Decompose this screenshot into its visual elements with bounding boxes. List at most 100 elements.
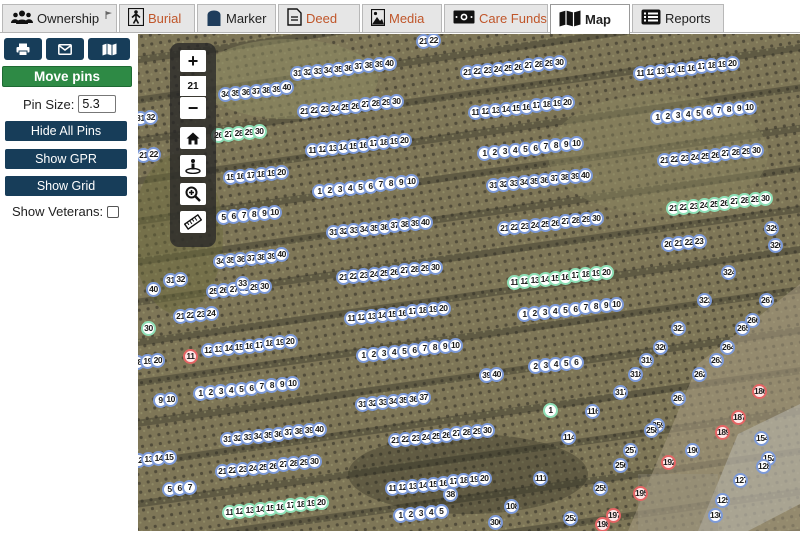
burial-pin[interactable]: 192	[661, 455, 676, 470]
move-pins-button[interactable]: Move pins	[2, 66, 132, 87]
burial-pin[interactable]: 323	[697, 293, 712, 308]
burial-pin[interactable]: 10	[163, 391, 179, 407]
burial-pin[interactable]: 329	[764, 221, 779, 236]
burial-pin[interactable]: 38	[443, 487, 458, 502]
show-veterans-checkbox[interactable]	[107, 205, 120, 218]
burial-pin[interactable]: 198	[595, 517, 610, 531]
burial-pin[interactable]: 187	[731, 410, 746, 425]
burial-pin[interactable]: 5	[433, 503, 449, 519]
burial-pin[interactable]: 252	[563, 511, 578, 526]
burial-pin[interactable]: 263	[709, 353, 724, 368]
burial-pin[interactable]: 257	[623, 443, 638, 458]
burial-pin[interactable]: 40	[417, 215, 433, 231]
burial-pin[interactable]: 22	[146, 146, 162, 162]
tab-marker[interactable]: Marker	[197, 4, 276, 32]
email-button[interactable]	[46, 38, 84, 60]
burial-pin[interactable]: 30	[141, 321, 156, 336]
burial-pin[interactable]: 264	[720, 340, 735, 355]
burial-pin[interactable]: 40	[311, 422, 327, 438]
home-button[interactable]	[180, 127, 206, 149]
burial-pin[interactable]: 195	[633, 486, 648, 501]
burial-pin[interactable]: 40	[146, 282, 161, 297]
zoom-to-area-button[interactable]	[180, 183, 206, 205]
burial-pin[interactable]: 111	[533, 471, 548, 486]
burial-pin[interactable]: 324	[721, 265, 736, 280]
burial-pin[interactable]: 116	[585, 404, 600, 419]
burial-pin[interactable]: 320	[653, 340, 668, 355]
burial-pin[interactable]: 127	[733, 473, 748, 488]
burial-pin[interactable]: 20	[435, 301, 451, 317]
burial-pin[interactable]: 256	[613, 458, 628, 473]
burial-pin[interactable]: 30	[251, 123, 267, 139]
measure-button[interactable]	[180, 211, 206, 233]
burial-pin[interactable]: 40	[274, 247, 290, 263]
burial-pin[interactable]: 40	[381, 56, 397, 72]
locate-me-button[interactable]	[180, 155, 206, 177]
burial-pin[interactable]: 258	[644, 423, 659, 438]
burial-pin[interactable]: 326	[768, 238, 783, 253]
zoom-in-button[interactable]: +	[180, 50, 206, 72]
burial-pin[interactable]: 261	[671, 391, 686, 406]
burial-pin[interactable]: 265	[735, 321, 750, 336]
tab-media[interactable]: Media	[362, 4, 442, 32]
burial-pin[interactable]: 10	[284, 376, 300, 392]
burial-pin[interactable]: 125	[715, 493, 730, 508]
burial-pin[interactable]: 15	[161, 449, 177, 465]
burial-pin[interactable]: 10	[403, 174, 419, 190]
burial-pin[interactable]: 20	[274, 164, 289, 180]
burial-pin[interactable]: 32	[143, 109, 159, 125]
burial-pin[interactable]: 321	[671, 321, 686, 336]
burial-pin[interactable]: 30	[257, 278, 272, 294]
burial-pin[interactable]: 10	[608, 297, 624, 313]
burial-pin[interactable]: 20	[150, 352, 166, 368]
burial-pin[interactable]: 24	[203, 305, 219, 321]
burial-pin[interactable]: 20	[313, 495, 329, 511]
burial-pin[interactable]: 10	[447, 338, 463, 354]
burial-pin[interactable]: 130	[708, 508, 723, 523]
burial-pin[interactable]: 22	[426, 34, 442, 48]
burial-pin[interactable]: 7	[182, 479, 198, 495]
burial-pin[interactable]: 10	[568, 136, 584, 152]
tab-map[interactable]: Map	[550, 4, 630, 34]
burial-pin[interactable]: 20	[282, 334, 298, 350]
burial-pin[interactable]: 30	[757, 191, 773, 207]
burial-pin[interactable]: 40	[489, 366, 505, 382]
burial-pin[interactable]: 32	[173, 271, 189, 287]
burial-pin[interactable]: 20	[396, 133, 412, 149]
hide-all-pins-button[interactable]: Hide All Pins	[5, 121, 127, 141]
burial-pin[interactable]: 11	[183, 349, 198, 364]
tab-deed[interactable]: Deed	[278, 4, 360, 32]
burial-pin[interactable]: 154	[754, 431, 769, 446]
burial-pin[interactable]: 108	[504, 499, 519, 514]
burial-pin[interactable]: 40	[577, 168, 593, 184]
zoom-out-button[interactable]: −	[180, 97, 206, 119]
map-canvas[interactable]: 21 22 31 32 33 34 35 36 37 38 39 40 21 22 23 24 25 26 27 28…	[138, 34, 800, 531]
burial-pin[interactable]: 6	[568, 354, 584, 370]
burial-pin[interactable]: 10	[741, 100, 757, 116]
burial-pin[interactable]: 30	[748, 143, 764, 159]
burial-pin[interactable]: 190	[685, 443, 700, 458]
burial-pin[interactable]: 20	[559, 95, 575, 111]
burial-pin[interactable]: 20	[724, 56, 740, 72]
burial-pin[interactable]: 23	[691, 233, 707, 249]
burial-pin[interactable]: 30	[388, 94, 404, 110]
tab-care-funds[interactable]: Care Funds	[444, 4, 548, 32]
burial-pin[interactable]: 30	[479, 423, 495, 439]
tab-burial[interactable]: Burial	[119, 4, 195, 32]
show-gpr-button[interactable]: Show GPR	[5, 149, 127, 169]
pin-size-input[interactable]	[78, 95, 117, 113]
burial-pin[interactable]: 189	[715, 425, 730, 440]
burial-pin[interactable]: 319	[639, 353, 654, 368]
burial-pin[interactable]: 317	[613, 385, 628, 400]
burial-pin[interactable]: 30	[551, 55, 567, 71]
map-view-button[interactable]	[88, 38, 130, 60]
burial-pin[interactable]: 20	[598, 265, 614, 281]
burial-pin[interactable]: 186	[752, 384, 767, 399]
burial-pin[interactable]: 40	[279, 80, 295, 96]
burial-pin[interactable]: 255	[593, 481, 608, 496]
print-button[interactable]	[4, 38, 42, 60]
burial-pin[interactable]: 1	[543, 403, 558, 418]
tab-ownership[interactable]: Ownership	[2, 4, 117, 32]
tab-reports[interactable]: Reports	[632, 4, 724, 32]
burial-pin[interactable]: 10	[267, 204, 282, 220]
